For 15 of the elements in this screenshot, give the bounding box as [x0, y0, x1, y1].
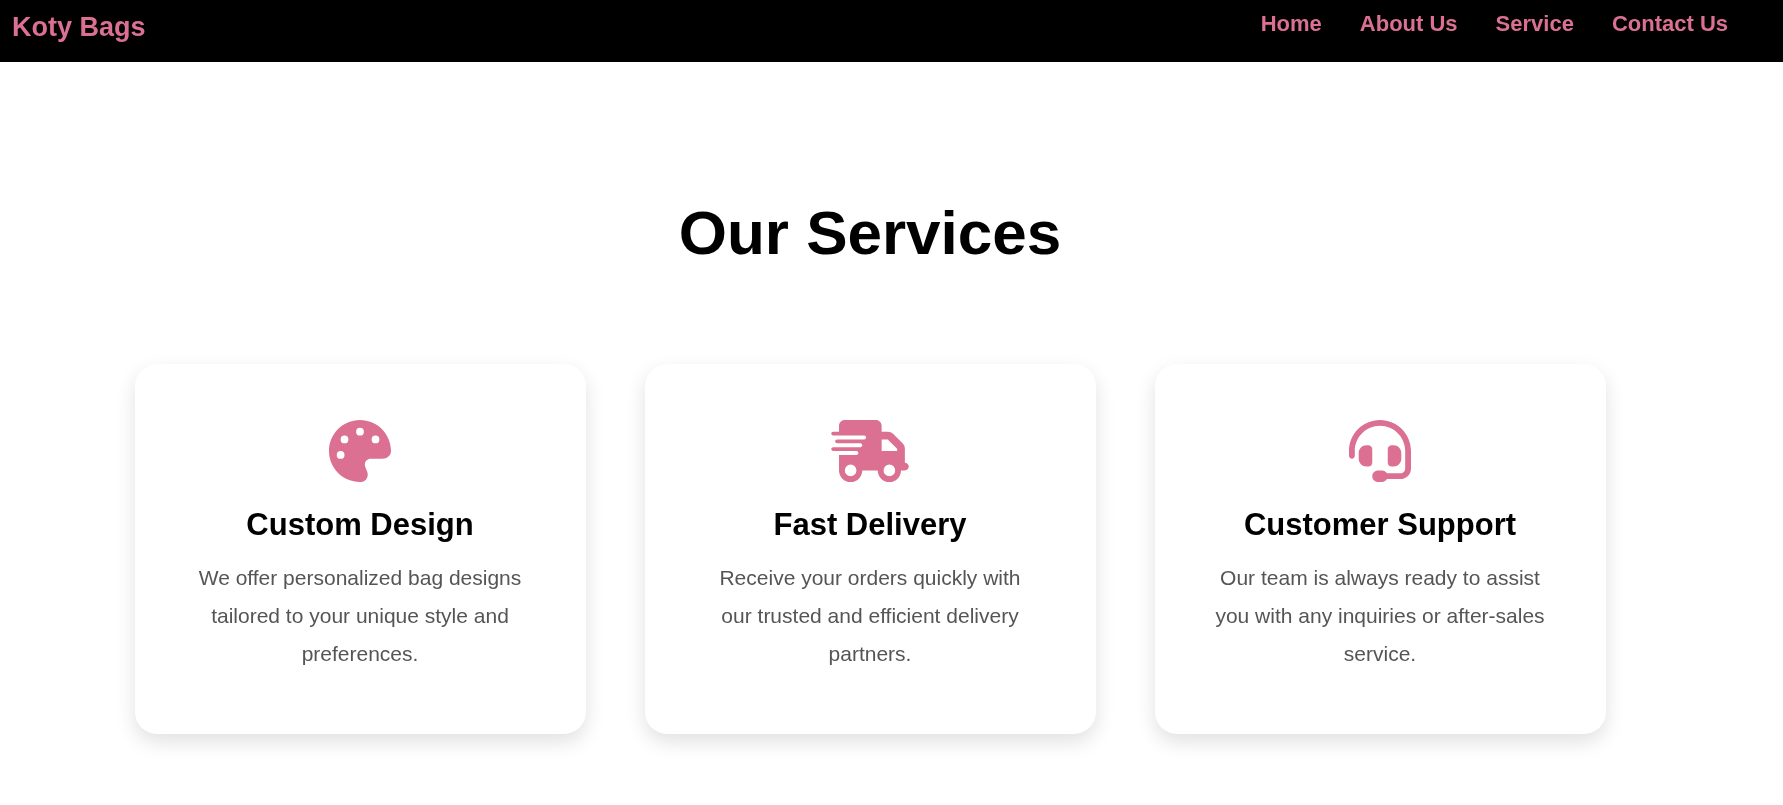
card-description: Receive your orders quickly with our trusted and efficient delivery partners. — [718, 564, 1022, 667]
truck-icon — [831, 420, 909, 482]
card-title: Custom Design — [246, 506, 474, 544]
headset-icon — [1349, 420, 1411, 482]
card-title: Fast Delivery — [773, 506, 967, 544]
section-title: Our Services — [678, 202, 1062, 264]
logo[interactable]: Koty Bags — [12, 7, 146, 48]
card-description: We offer personalized bag designs tailored to your unique style and preferences. — [197, 564, 523, 667]
nav-link[interactable]: Service — [1495, 7, 1574, 40]
nav-link[interactable]: Contact Us — [1611, 7, 1728, 40]
palette-icon — [329, 420, 391, 482]
card-description: Our team is always ready to assist you with any inquiries or after-sales service. — [1215, 564, 1545, 667]
nav-link[interactable]: Home — [1260, 7, 1322, 40]
card-title: Customer Support — [1243, 506, 1517, 544]
nav-link[interactable]: About Us — [1359, 7, 1458, 40]
